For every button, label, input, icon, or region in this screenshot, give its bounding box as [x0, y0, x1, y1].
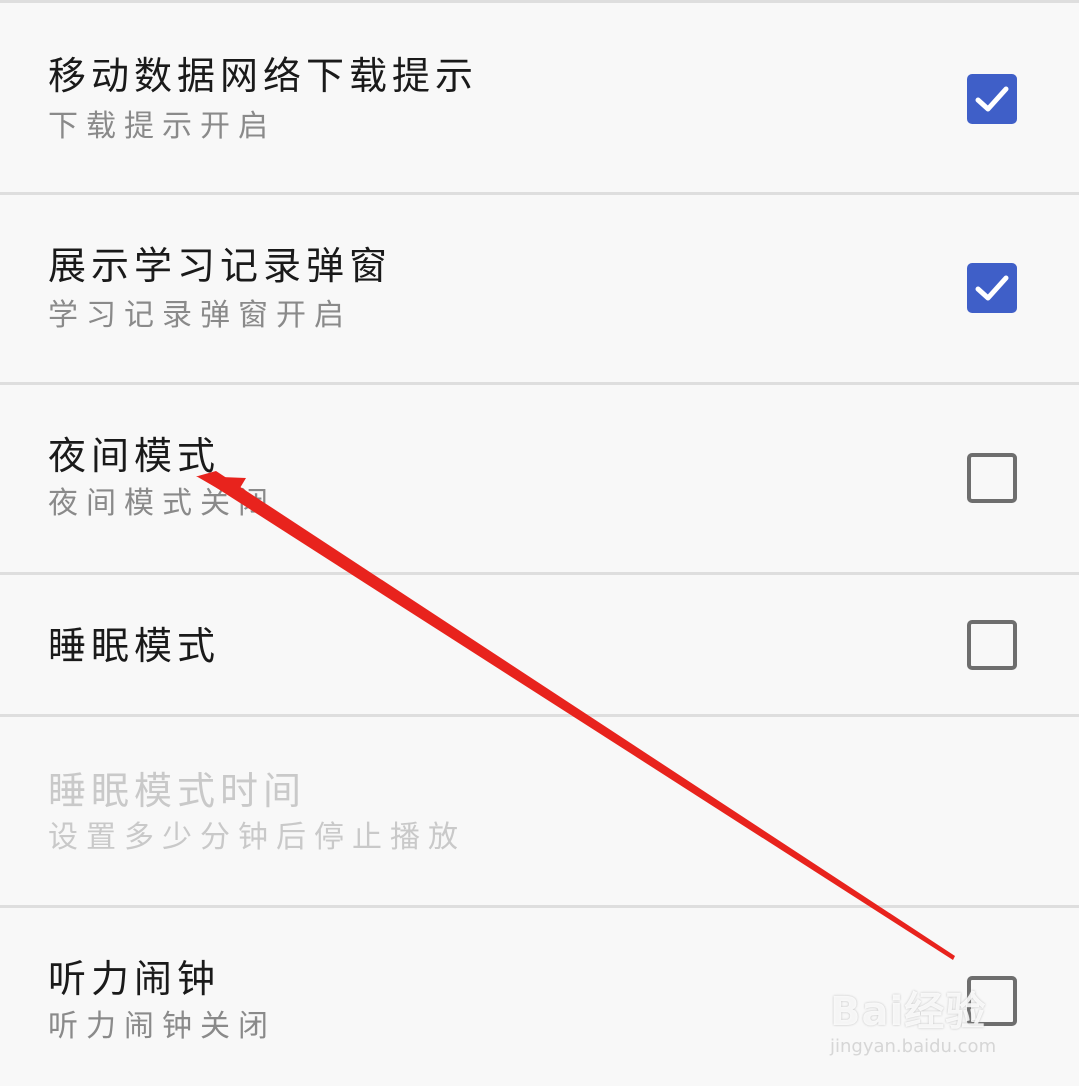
checkbox-checked[interactable] [967, 263, 1017, 313]
settings-screen: 移动数据网络下载提示 下载提示开启 展示学习记录弹窗 学习记录弹窗开启 夜间模式… [0, 0, 1079, 1086]
setting-title: 展示学习记录弹窗 [48, 244, 393, 288]
setting-title: 睡眠模式 [48, 624, 221, 668]
checkmark-icon [975, 275, 1009, 301]
setting-subtitle: 夜间模式关闭 [48, 486, 276, 521]
setting-subtitle: 下载提示开启 [48, 109, 276, 144]
checkbox-checked[interactable] [967, 74, 1017, 124]
setting-subtitle: 学习记录弹窗开启 [48, 298, 352, 333]
checkbox-unchecked[interactable] [967, 976, 1017, 1026]
setting-subtitle: 设置多少分钟后停止播放 [48, 820, 466, 855]
setting-row-sleep-mode[interactable]: 睡眠模式 [0, 575, 1079, 715]
checkbox-unchecked[interactable] [967, 620, 1017, 670]
setting-row-learning-record-popup[interactable]: 展示学习记录弹窗 学习记录弹窗开启 [0, 195, 1079, 383]
checkbox-unchecked[interactable] [967, 453, 1017, 503]
setting-title: 听力闹钟 [48, 957, 221, 1001]
setting-row-night-mode[interactable]: 夜间模式 夜间模式关闭 [0, 385, 1079, 573]
setting-row-listening-alarm[interactable]: 听力闹钟 听力闹钟关闭 [0, 908, 1079, 1086]
setting-title: 移动数据网络下载提示 [48, 54, 479, 98]
checkmark-icon [975, 86, 1009, 112]
setting-subtitle: 听力闹钟关闭 [48, 1009, 276, 1044]
setting-title: 夜间模式 [48, 434, 221, 478]
setting-title: 睡眠模式时间 [48, 769, 307, 813]
setting-row-mobile-data-download-prompt[interactable]: 移动数据网络下载提示 下载提示开启 [0, 3, 1079, 193]
setting-row-sleep-mode-time: 睡眠模式时间 设置多少分钟后停止播放 [0, 717, 1079, 906]
